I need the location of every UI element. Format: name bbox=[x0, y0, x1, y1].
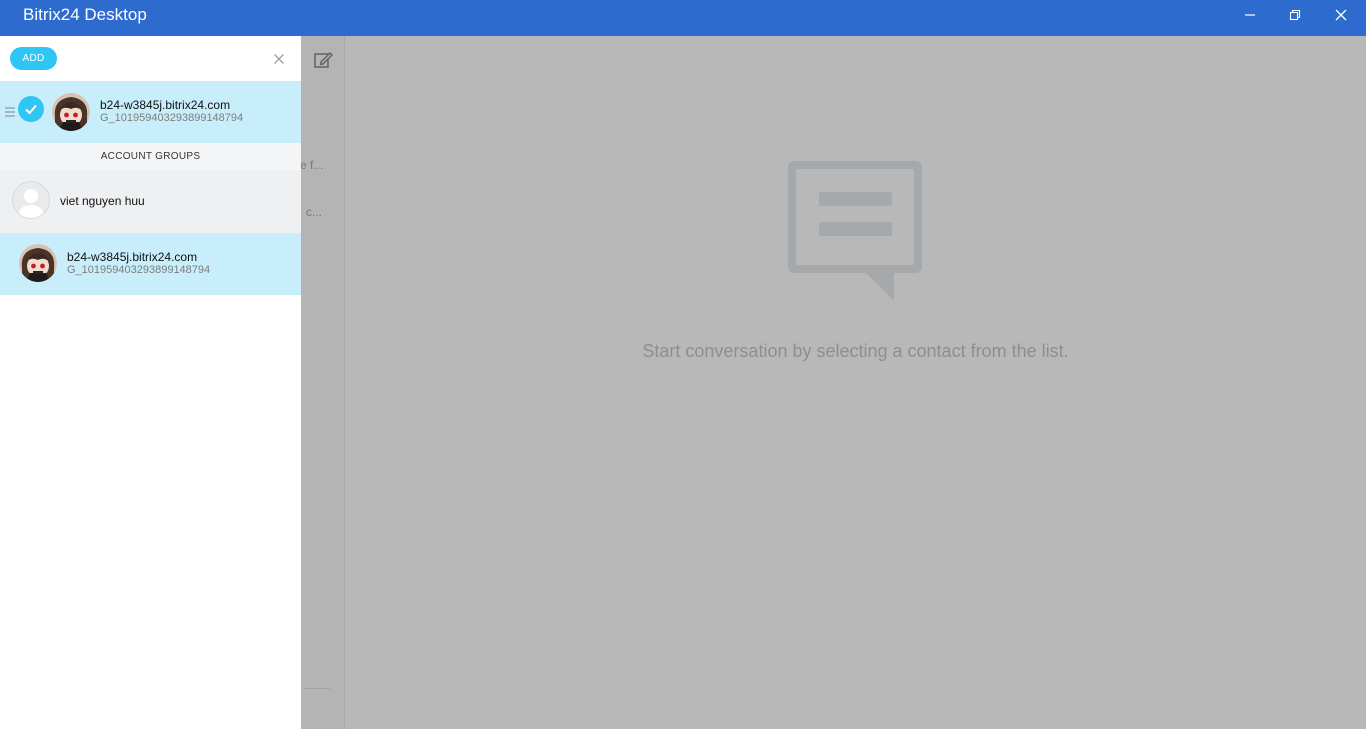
close-icon bbox=[1335, 9, 1347, 21]
add-account-button[interactable]: ADD bbox=[10, 47, 57, 70]
close-window-button[interactable] bbox=[1318, 0, 1364, 30]
window-title: Bitrix24 Desktop bbox=[23, 5, 147, 24]
compose-button[interactable] bbox=[313, 50, 333, 70]
avatar bbox=[19, 244, 57, 282]
account-groups-header: ACCOUNT GROUPS bbox=[0, 143, 301, 170]
account-domain: b24-w3845j.bitrix24.com bbox=[100, 98, 231, 112]
group-item[interactable]: b24-w3845j.bitrix24.com G_10195940329389… bbox=[0, 233, 301, 295]
current-account-item[interactable]: b24-w3845j.bitrix24.com G_10195940329389… bbox=[0, 81, 301, 143]
user-placeholder-icon bbox=[12, 181, 50, 219]
checkmark-icon bbox=[18, 96, 44, 122]
restore-icon bbox=[1289, 9, 1301, 21]
group-user-name: viet nguyen huu bbox=[60, 194, 145, 208]
empty-state-message: Start conversation by selecting a contac… bbox=[642, 341, 1069, 361]
group-account-domain: b24-w3845j.bitrix24.com bbox=[67, 250, 198, 264]
drag-handle-icon[interactable] bbox=[5, 107, 15, 117]
recent-chats-list bbox=[301, 36, 345, 729]
chat-empty-state: Start conversation by selecting a contac… bbox=[345, 36, 1366, 729]
accounts-panel: ADD b24-w3845j.bitrix24.com G_1019594032… bbox=[0, 36, 301, 729]
restore-button[interactable] bbox=[1272, 0, 1318, 30]
close-panel-button[interactable] bbox=[271, 51, 287, 67]
avatar bbox=[52, 93, 90, 131]
group-item[interactable]: viet nguyen huu bbox=[0, 170, 301, 233]
window-titlebar: Bitrix24 Desktop bbox=[0, 0, 1366, 36]
chat-snippet: c... bbox=[306, 205, 323, 219]
minimize-button[interactable] bbox=[1227, 0, 1273, 30]
divider bbox=[304, 688, 330, 689]
minimize-icon bbox=[1245, 14, 1255, 16]
panel-header: ADD bbox=[0, 36, 301, 81]
chat-snippet: e f... bbox=[300, 158, 324, 172]
edit-icon bbox=[314, 52, 333, 68]
chat-bubble-icon bbox=[788, 161, 922, 301]
account-user-id: G_101959403293899148794 bbox=[100, 112, 244, 124]
group-account-user-id: G_101959403293899148794 bbox=[67, 264, 211, 276]
close-icon bbox=[274, 54, 284, 64]
